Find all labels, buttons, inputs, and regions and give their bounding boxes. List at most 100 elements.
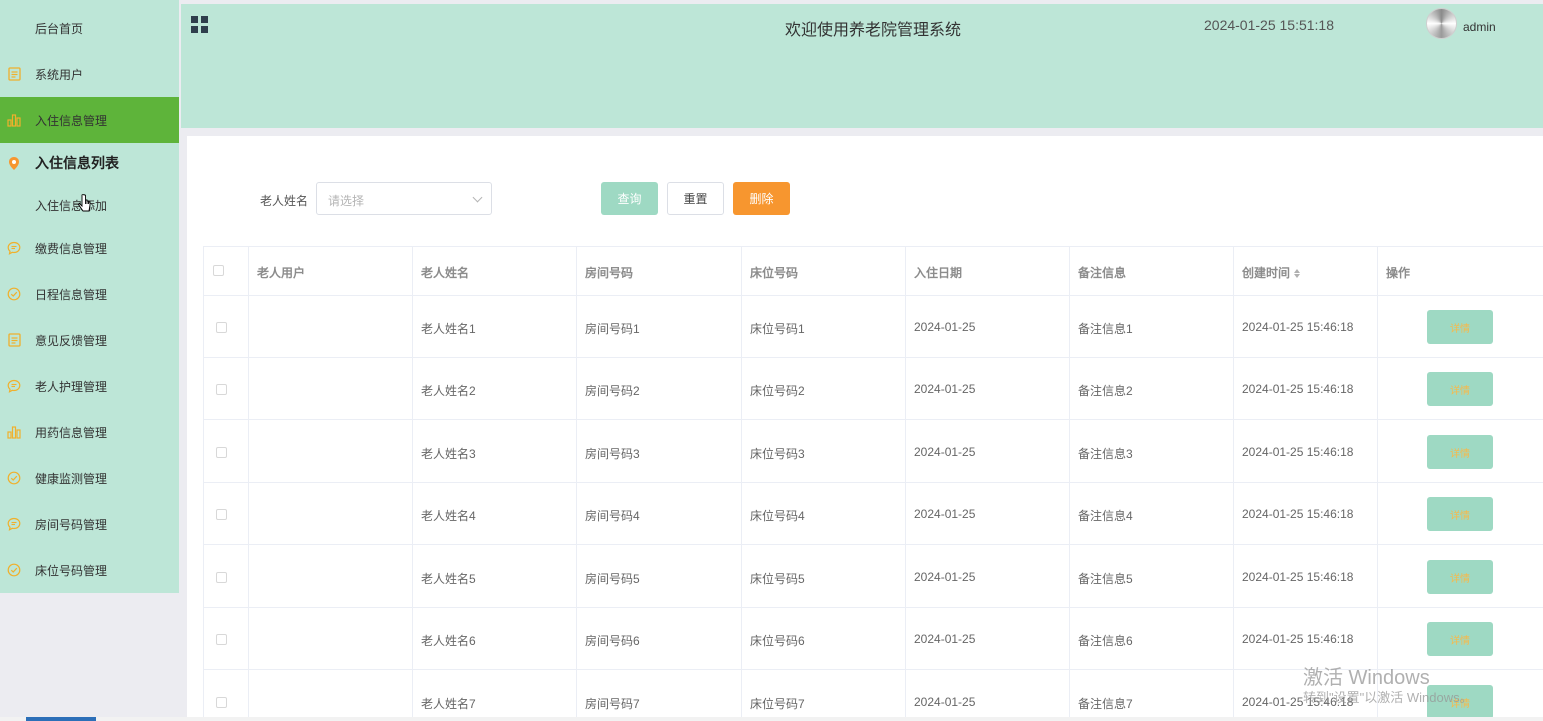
cell-bed: 床位号码2	[750, 384, 805, 398]
sort-icon[interactable]	[1294, 269, 1301, 279]
column-header: 床位号码	[750, 266, 799, 280]
table-row: 老人姓名4 房间号码4 床位号码4 2024-01-25 备注信息4 2024-…	[204, 483, 1543, 545]
sidebar-item-medication-management[interactable]: 用药信息管理	[0, 409, 179, 455]
sidebar-item-label: 房间号码管理	[35, 517, 108, 532]
document-icon	[7, 67, 21, 81]
table-row: 老人姓名5 房间号码5 床位号码5 2024-01-25 备注信息5 2024-…	[204, 546, 1543, 608]
cell-room: 房间号码1	[585, 322, 640, 336]
table-row: 老人姓名1 房间号码1 床位号码1 2024-01-25 备注信息1 2024-…	[204, 296, 1543, 358]
detail-button[interactable]: 详情	[1427, 372, 1493, 406]
sidebar-item-label: 后台首页	[35, 21, 84, 36]
cell-bed: 床位号码5	[750, 572, 805, 586]
cell-bed: 床位号码1	[750, 322, 805, 336]
sidebar-item-checkin-list[interactable]: 入住信息列表	[0, 140, 179, 186]
taskbar	[0, 717, 1543, 721]
cell-created: 2024-01-25 15:46:18	[1242, 382, 1354, 396]
cell-date: 2024-01-25	[914, 570, 976, 584]
cell-date: 2024-01-25	[914, 507, 976, 521]
sidebar-item-home[interactable]: 后台首页	[0, 5, 179, 51]
cell-name: 老人姓名3	[421, 447, 476, 461]
sidebar-item-label: 健康监测管理	[35, 471, 108, 486]
cell-name: 老人姓名4	[421, 509, 476, 523]
current-datetime: 2024-01-25 15:51:18	[1204, 17, 1334, 33]
document-icon	[7, 333, 21, 347]
checkin-table: 老人用户 老人姓名 房间号码 床位号码 入住日期 备注信息 创建时间 操作 老人…	[203, 246, 1543, 721]
cell-note: 备注信息7	[1078, 697, 1133, 711]
sidebar-item-label: 入住信息添加	[35, 198, 108, 213]
row-checkbox[interactable]	[216, 509, 227, 520]
sidebar-item-schedule-management[interactable]: 日程信息管理	[0, 271, 179, 317]
sidebar-item-payment-management[interactable]: 缴费信息管理	[0, 225, 179, 271]
column-header: 入住日期	[914, 266, 963, 280]
sidebar-item-label: 老人护理管理	[35, 379, 108, 394]
detail-button[interactable]: 详情	[1427, 435, 1493, 469]
sidebar-item-room-management[interactable]: 房间号码管理	[0, 501, 179, 547]
sidebar-item-feedback-management[interactable]: 意见反馈管理	[0, 317, 179, 363]
column-header: 房间号码	[585, 266, 634, 280]
chat-icon	[7, 241, 21, 255]
cell-bed: 床位号码3	[750, 447, 805, 461]
sidebar-item-label: 意见反馈管理	[35, 333, 108, 348]
column-header-sortable[interactable]: 创建时间	[1242, 264, 1301, 281]
menu-grid-icon[interactable]	[191, 16, 208, 33]
select-all-checkbox[interactable]	[213, 265, 224, 276]
elder-name-select[interactable]: 请选择	[316, 182, 492, 215]
sidebar-item-bed-management[interactable]: 床位号码管理	[0, 547, 179, 593]
delete-button[interactable]: 删除	[733, 182, 790, 215]
column-header: 备注信息	[1078, 266, 1127, 280]
sidebar-item-label: 入住信息管理	[35, 113, 108, 128]
sidebar: 后台首页 系统用户 入住信息管理 入住信息列表 入住信息添加 缴费信息管理 日程…	[0, 0, 179, 593]
table-row: 老人姓名3 房间号码3 床位号码3 2024-01-25 备注信息3 2024-…	[204, 421, 1543, 483]
cell-name: 老人姓名6	[421, 634, 476, 648]
row-checkbox[interactable]	[216, 634, 227, 645]
row-checkbox[interactable]	[216, 384, 227, 395]
cell-created: 2024-01-25 15:46:18	[1242, 570, 1354, 584]
detail-button[interactable]: 详情	[1427, 497, 1493, 531]
row-checkbox[interactable]	[216, 697, 227, 708]
row-checkbox[interactable]	[216, 572, 227, 583]
cell-room: 房间号码6	[585, 634, 640, 648]
cell-date: 2024-01-25	[914, 382, 976, 396]
avatar[interactable]	[1426, 8, 1457, 39]
bar-chart-icon	[7, 425, 21, 439]
cell-note: 备注信息3	[1078, 447, 1133, 461]
table-header: 老人用户 老人姓名 房间号码 床位号码 入住日期 备注信息 创建时间 操作	[204, 247, 1543, 296]
cell-date: 2024-01-25	[914, 695, 976, 709]
cell-note: 备注信息2	[1078, 384, 1133, 398]
sidebar-item-checkin-management[interactable]: 入住信息管理	[0, 97, 179, 143]
column-header: 操作	[1386, 266, 1411, 280]
cell-room: 房间号码7	[585, 697, 640, 711]
cell-bed: 床位号码7	[750, 697, 805, 711]
detail-button[interactable]: 详情	[1427, 622, 1493, 656]
sidebar-item-label: 系统用户	[35, 67, 84, 82]
main-panel: 老人姓名 请选择 查询 重置 删除 老人用户 老人姓名 房间号码 床位号码 入住…	[187, 136, 1543, 721]
username[interactable]: admin	[1463, 20, 1496, 34]
cell-created: 2024-01-25 15:46:18	[1242, 445, 1354, 459]
check-circle-icon	[7, 287, 21, 301]
chat-icon	[7, 517, 21, 531]
chat-icon	[7, 379, 21, 393]
cell-room: 房间号码4	[585, 509, 640, 523]
column-header-label: 创建时间	[1242, 266, 1291, 280]
mouse-pointer-icon	[77, 194, 91, 218]
cell-name: 老人姓名5	[421, 572, 476, 586]
sidebar-item-label: 缴费信息管理	[35, 241, 108, 256]
sidebar-item-health-monitoring[interactable]: 健康监测管理	[0, 455, 179, 501]
sidebar-item-system-users[interactable]: 系统用户	[0, 51, 179, 97]
sidebar-item-label: 入住信息列表	[35, 155, 119, 171]
row-checkbox[interactable]	[216, 322, 227, 333]
cell-name: 老人姓名1	[421, 322, 476, 336]
sidebar-item-nursing-management[interactable]: 老人护理管理	[0, 363, 179, 409]
cell-note: 备注信息6	[1078, 634, 1133, 648]
taskbar-active-item[interactable]	[26, 717, 96, 721]
query-button[interactable]: 查询	[601, 182, 658, 215]
row-checkbox[interactable]	[216, 447, 227, 458]
cell-created: 2024-01-25 15:46:18	[1242, 507, 1354, 521]
reset-button[interactable]: 重置	[667, 182, 724, 215]
detail-button[interactable]: 详情	[1427, 560, 1493, 594]
detail-button[interactable]: 详情	[1427, 310, 1493, 344]
cell-name: 老人姓名7	[421, 697, 476, 711]
location-pin-icon	[7, 156, 21, 170]
top-header: 欢迎使用养老院管理系统 2024-01-25 15:51:18 admin	[181, 4, 1543, 128]
chevron-down-icon	[472, 192, 483, 203]
